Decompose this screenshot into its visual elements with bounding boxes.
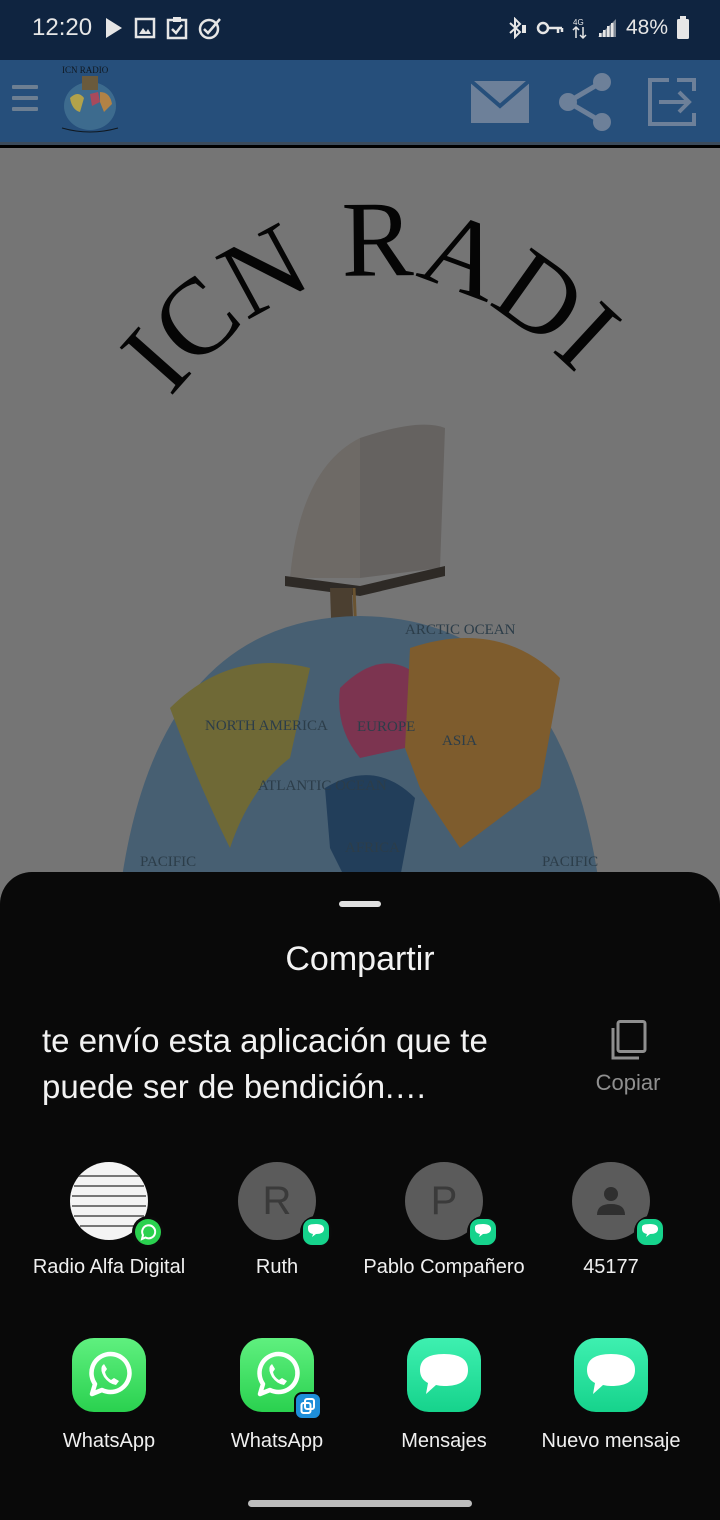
share-icon xyxy=(559,73,611,131)
app-logo: ICN RADIO xyxy=(61,65,119,133)
whatsapp-clone-icon xyxy=(240,1338,322,1420)
battery-percent: 48% xyxy=(625,16,668,39)
direct-target-label: Pablo Compañero xyxy=(363,1256,525,1278)
copy-button[interactable]: Copiar xyxy=(580,1020,676,1096)
home-indicator[interactable] xyxy=(248,1500,472,1507)
battery-icon xyxy=(677,16,689,39)
direct-target-45177[interactable]: 45177 xyxy=(527,1162,695,1281)
notification-icons xyxy=(104,16,222,40)
map-label-arctic: ARCTIC OCEAN xyxy=(405,622,516,638)
copy-icon xyxy=(611,1020,647,1060)
play-icon xyxy=(106,18,122,38)
share-preview-text: te envío esta aplicación que te puede se… xyxy=(42,1022,488,1105)
messages-icon xyxy=(407,1338,481,1412)
app-share-targets: WhatsApp WhatsApp Mensajes Nuevo mensaje xyxy=(0,1338,720,1458)
app-target-mensajes[interactable]: Mensajes xyxy=(360,1338,528,1453)
status-bar: 12:20 4G 48% xyxy=(0,0,720,60)
messages-icon xyxy=(574,1338,648,1412)
clipboard-check-icon xyxy=(166,17,188,40)
dual-app-badge-icon xyxy=(294,1392,322,1420)
share-sheet: Compartir te envío esta aplicación que t… xyxy=(0,872,720,1520)
app-logo-text: ICN RADIO xyxy=(62,65,109,75)
image-icon xyxy=(134,17,156,39)
check-circle-icon xyxy=(198,18,221,40)
mail-icon xyxy=(470,80,530,123)
hero-title: ICN RADIO xyxy=(0,148,641,413)
map-label-north-america: NORTH AMERICA xyxy=(205,718,328,734)
map-label-asia: ASIA xyxy=(442,733,477,749)
signal-icon xyxy=(597,19,616,37)
app-target-whatsapp-clone[interactable]: WhatsApp xyxy=(193,1338,361,1453)
direct-target-radio-alfa-digital[interactable]: Radio Alfa Digital xyxy=(25,1162,193,1281)
direct-target-label: 45177 xyxy=(583,1256,639,1278)
person-icon xyxy=(597,1187,625,1215)
messages-badge-icon xyxy=(467,1216,499,1248)
app-bar: ICN RADIO xyxy=(0,60,720,145)
direct-target-label: Ruth xyxy=(255,1256,299,1278)
menu-icon[interactable] xyxy=(12,85,38,119)
app-target-label: WhatsApp xyxy=(62,1430,156,1452)
system-icons: 4G 48% xyxy=(506,16,690,40)
direct-target-ruth[interactable]: R Ruth xyxy=(193,1162,361,1281)
app-target-whatsapp[interactable]: WhatsApp xyxy=(25,1338,193,1453)
copy-label: Copiar xyxy=(595,1070,661,1095)
bible-illustration xyxy=(285,424,445,648)
whatsapp-icon xyxy=(72,1338,146,1412)
data-arrows-icon: 4G xyxy=(572,18,587,40)
svg-text:4G: 4G xyxy=(573,18,584,27)
direct-target-pablo-companero[interactable]: P Pablo Compañero xyxy=(360,1162,528,1281)
direct-share-targets: Radio Alfa Digital R Ruth P Pablo Compañ… xyxy=(0,1162,720,1322)
map-label-europe: EUROPE xyxy=(357,719,415,735)
status-time: 12:20 xyxy=(32,14,93,41)
app-target-nuevo-mensaje[interactable]: Nuevo mensaje xyxy=(527,1338,695,1453)
app-content: ICN RADIO ARCTIC OCEAN NORTH AMERICA EUR… xyxy=(0,148,720,908)
app-target-label: Nuevo mensaje xyxy=(541,1430,681,1452)
bluetooth-icon xyxy=(509,17,526,39)
share-button[interactable] xyxy=(556,70,616,134)
map-label-pacific-left: PACIFIC xyxy=(140,854,196,870)
messages-badge-icon xyxy=(634,1216,666,1248)
messages-badge-icon xyxy=(300,1216,332,1248)
exit-icon xyxy=(648,78,696,126)
share-sheet-title: Compartir xyxy=(285,940,435,978)
map-label-pacific-right: PACIFIC xyxy=(542,854,598,870)
sheet-drag-handle[interactable] xyxy=(339,901,381,907)
map-label-africa: AFRICA xyxy=(345,840,400,856)
vpn-key-icon xyxy=(536,21,564,35)
app-target-label: Mensajes xyxy=(401,1430,487,1452)
direct-target-label: Radio Alfa Digital xyxy=(32,1256,186,1278)
app-target-label: WhatsApp xyxy=(230,1430,324,1452)
exit-button[interactable] xyxy=(642,70,702,134)
whatsapp-badge-icon xyxy=(132,1216,164,1248)
map-label-atlantic: ATLANTIC OCEAN xyxy=(258,778,387,794)
mail-button[interactable] xyxy=(470,70,530,134)
